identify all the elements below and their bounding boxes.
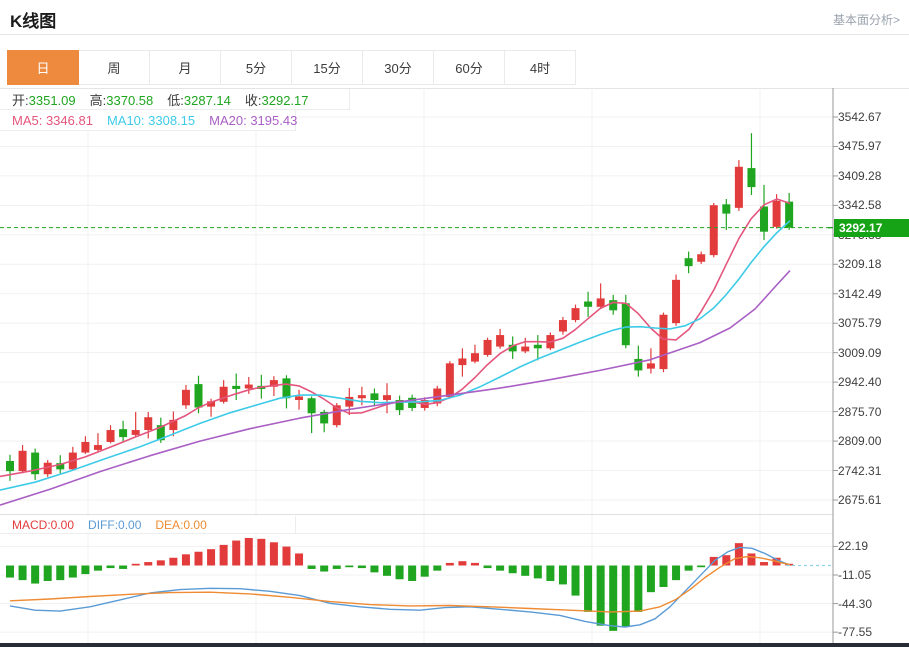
price-axis-label: 3142.49 (838, 286, 882, 301)
line-MA5 (0, 198, 791, 478)
macd-axis-label: -11.05 (838, 568, 872, 582)
ohlc-item: 开:3351.09 (12, 92, 76, 108)
price-axis-label: 3009.09 (838, 345, 882, 360)
price-axis-label: 2875.70 (838, 404, 882, 419)
line-MA20 (0, 270, 791, 506)
tab-日[interactable]: 日 (7, 50, 79, 85)
price-axis-label: 3342.58 (838, 198, 882, 213)
price-axis-label: 2942.40 (838, 375, 882, 390)
interval-tabbar: 日周月 5分 15分 30分 60分 4时 (7, 50, 576, 85)
ohlc-item: 收:3292.17 (244, 92, 309, 108)
price-axis-label: 2742.31 (838, 463, 882, 478)
bottom-bar (0, 643, 909, 647)
price-axis-label: 3542.67 (838, 110, 882, 124)
tab-30分[interactable]: 30分 (363, 50, 434, 85)
ohlc-item: 高:3370.58 (89, 92, 154, 108)
tab-15分[interactable]: 15分 (292, 50, 363, 85)
kline-app: K线图 基本面分析> 日周月 5分 15分 30分 60分 4时 开:3351.09 高:3… (0, 0, 909, 647)
candles (6, 133, 794, 481)
line-MA10 (0, 220, 791, 491)
tab-4时[interactable]: 4时 (505, 50, 576, 85)
ma-item: MA10: 3308.15 (106, 112, 196, 128)
macd-histogram (6, 537, 794, 631)
tab-5分[interactable]: 5分 (221, 50, 292, 85)
macd-legend: MACD:0.00 DIFF:0.00 DEA:0.00 (0, 516, 296, 534)
page-title: K线图 (10, 12, 57, 31)
price-axis-label: 3475.97 (838, 139, 882, 154)
macd-item: DIFF:0.00 (88, 517, 142, 532)
macd-axis-label: 22.19 (838, 539, 869, 554)
price-axis-label: 2675.61 (838, 492, 882, 507)
fundamental-analysis-link[interactable]: 基本面分析> (833, 11, 900, 28)
ma-legend: MA5: 3346.81 MA10: 3308.15 MA20: 3195.43 (0, 110, 298, 131)
price-axis-label: 3075.79 (838, 316, 882, 331)
price-axis-label: 3209.18 (838, 257, 882, 272)
tab-周[interactable]: 周 (79, 50, 150, 85)
ohlc-legend: 开:3351.09 高:3370.58 低:3287.14 收:3292.17 (0, 89, 350, 110)
line-DIFF (9, 546, 791, 628)
macd-axis-label: -77.55 (838, 625, 873, 640)
ohlc-item: 低:3287.14 (167, 92, 231, 108)
tab-60分[interactable]: 60分 (434, 50, 505, 85)
price-axis-label: 3409.28 (838, 168, 882, 183)
ma-item: MA5: 3346.81 (12, 112, 93, 128)
current-price-badge: 3292.17 (834, 219, 909, 237)
tab-月[interactable]: 月 (150, 50, 221, 85)
ma-item: MA20: 3195.43 (209, 112, 298, 128)
price-axis-label: 2809.00 (838, 434, 882, 449)
macd-item: DEA:0.00 (155, 517, 207, 532)
macd-axis-label: -44.30 (838, 596, 873, 611)
macd-item: MACD:0.00 (12, 517, 75, 532)
